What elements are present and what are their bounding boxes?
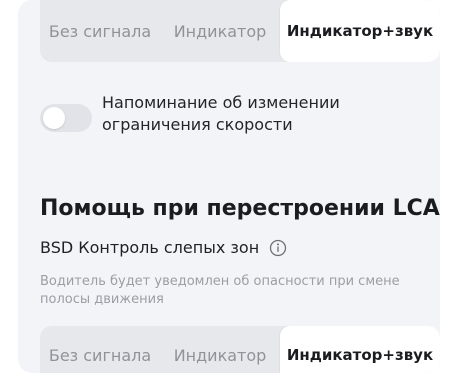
option-label: Индикатор+звук — [286, 346, 434, 364]
alert-mode-selector-top: Без сигнала Индикатор Индикатор+звук — [40, 0, 440, 62]
speed-limit-reminder-label: Напоминание об изменении ограничения ско… — [102, 93, 340, 134]
bsd-feature-row: BSD Контроль слепых зон — [40, 238, 287, 257]
bsd-feature-label: BSD Контроль слепых зон — [40, 238, 260, 257]
alert-mode-selector-bottom: Без сигнала Индикатор Индикатор+звук — [40, 326, 440, 373]
alert-mode-option-no-signal[interactable]: Без сигнала — [40, 0, 160, 62]
settings-panel: Без сигнала Индикатор Индикатор+звук Нап… — [18, 0, 440, 373]
alert-mode-option-no-signal[interactable]: Без сигнала — [40, 326, 160, 373]
option-label: Индикатор — [173, 345, 267, 365]
speed-limit-reminder-toggle[interactable] — [40, 104, 92, 132]
alert-mode-option-indicator-sound[interactable]: Индикатор+звук — [280, 0, 440, 62]
info-icon[interactable] — [269, 239, 287, 257]
alert-mode-option-indicator-sound[interactable]: Индикатор+звук — [280, 326, 440, 373]
alert-mode-option-indicator[interactable]: Индикатор — [160, 0, 280, 62]
option-label: Индикатор+звук — [286, 22, 434, 40]
toggle-knob — [43, 107, 65, 129]
option-label: Без сигнала — [48, 345, 152, 365]
lca-section-title: Помощь при перестроении LCA — [40, 196, 440, 221]
option-label: Индикатор — [173, 21, 267, 41]
alert-mode-option-indicator[interactable]: Индикатор — [160, 326, 280, 373]
speed-limit-reminder-row: Напоминание об изменении ограничения ско… — [40, 92, 420, 136]
option-label: Без сигнала — [48, 21, 152, 41]
bsd-description: Водитель будет уведомлен об опасности пр… — [40, 274, 400, 307]
